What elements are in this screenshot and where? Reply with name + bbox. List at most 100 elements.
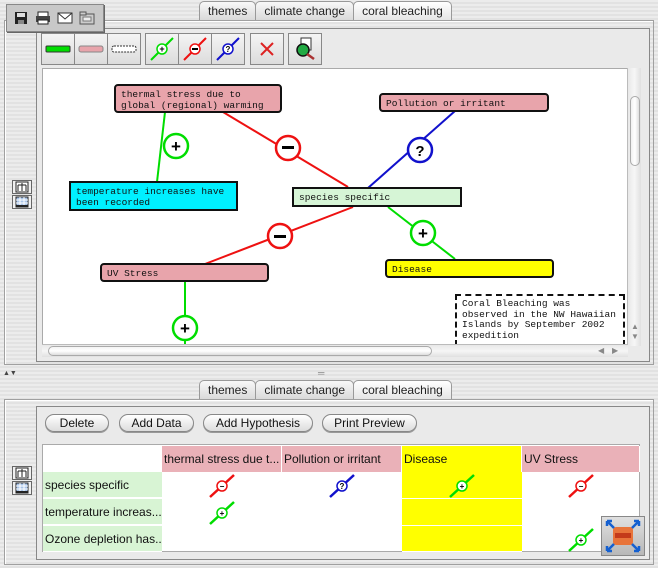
tab-themes[interactable]: themes <box>199 1 257 21</box>
expand-view-button[interactable] <box>601 516 645 556</box>
svg-text:?: ? <box>340 482 345 491</box>
scroll-up-arrow[interactable]: ▲ <box>631 322 639 331</box>
node-temperature-increases[interactable]: temperature increases have been recorded <box>69 181 238 211</box>
svg-text:+: + <box>579 536 584 545</box>
node-pollution[interactable]: Pollution or irritant <box>379 93 549 112</box>
node-text: UV Stress <box>107 268 159 279</box>
node-text: been recorded <box>76 197 151 208</box>
print-preview-button[interactable]: Print Preview <box>322 414 417 432</box>
data-node-tool[interactable] <box>41 33 75 65</box>
note-node-tool[interactable] <box>107 33 141 65</box>
vertical-scroll-thumb[interactable] <box>630 96 640 166</box>
tab-coral-bleaching[interactable]: coral bleaching <box>353 380 452 400</box>
link-cell-contradicts[interactable]: − <box>522 472 640 499</box>
hypothesis-node-tool[interactable] <box>74 33 108 65</box>
node-thermal-stress[interactable]: thermal stress due to global (regional) … <box>114 84 282 113</box>
link-tools: + ? <box>145 33 245 65</box>
svg-text:?: ? <box>226 45 231 54</box>
collapse-arrows-icon[interactable]: ▲▼ <box>3 370 17 377</box>
row-header[interactable]: species specific <box>43 472 162 498</box>
add-data-button[interactable]: Add Data <box>119 414 194 432</box>
graph-view-button[interactable] <box>12 466 32 480</box>
vertical-scrollbar[interactable]: ▲ ▼ <box>627 68 641 346</box>
tab-themes[interactable]: themes <box>199 380 257 400</box>
note-coral-bleaching[interactable]: Coral Bleaching was observed in the NW H… <box>455 294 625 345</box>
scroll-left-arrow[interactable]: ◀ <box>598 346 604 355</box>
print-icon[interactable] <box>35 10 51 26</box>
edit-tools <box>250 33 284 65</box>
column-header[interactable]: Pollution or irritant <box>282 446 402 472</box>
row-header[interactable]: Ozone depletion has... <box>43 526 162 552</box>
supports-link-icon: + <box>449 473 475 498</box>
bottom-tab-bar: themes climate change coral bleaching <box>199 380 452 400</box>
minus-link-icon <box>183 37 207 61</box>
graph-view-icon <box>15 181 29 193</box>
scroll-right-arrow[interactable]: ▶ <box>612 346 618 355</box>
contradicts-link-icon: − <box>209 473 235 498</box>
link-badge-supports[interactable]: + <box>409 219 437 247</box>
link-cell-supports[interactable]: + <box>162 499 282 526</box>
node-species-specific[interactable]: species specific <box>292 187 462 207</box>
horizontal-scrollbar[interactable]: ◀ ▶ <box>42 344 628 357</box>
svg-text:+: + <box>180 319 190 338</box>
node-uv-stress[interactable]: UV Stress <box>100 263 269 282</box>
inspect-tool[interactable] <box>288 33 322 65</box>
link-cell-supports[interactable]: + <box>402 472 522 499</box>
tab-climate-change[interactable]: climate change <box>255 380 355 400</box>
horizontal-scroll-thumb[interactable] <box>48 346 432 356</box>
folder-icon[interactable] <box>79 10 95 26</box>
table-cell[interactable] <box>402 499 522 526</box>
svg-text:+: + <box>159 44 164 54</box>
link-badge-contradicts[interactable] <box>266 222 294 250</box>
graph-view-icon <box>15 467 29 479</box>
note-text: Coral Bleaching was <box>462 298 571 309</box>
link-badge-supports[interactable]: + <box>171 314 199 342</box>
note-text: Islands by September 2002 <box>462 319 605 330</box>
node-disease[interactable]: Disease <box>385 259 554 278</box>
table-view-button[interactable] <box>12 481 32 495</box>
supports-link-tool[interactable]: + <box>145 33 179 65</box>
node-text: Pollution or irritant <box>386 98 506 109</box>
link-cell-contradicts[interactable]: − <box>162 472 282 499</box>
delete-button[interactable]: Delete <box>45 414 109 432</box>
link-badge-unknown[interactable]: ? <box>406 136 434 164</box>
svg-text:+: + <box>171 137 181 156</box>
supports-link-icon: + <box>209 500 235 525</box>
link-badge-supports[interactable]: + <box>162 132 190 160</box>
column-header[interactable]: thermal stress due t... <box>162 446 282 472</box>
delete-tool[interactable] <box>250 33 284 65</box>
add-hypothesis-button[interactable]: Add Hypothesis <box>203 414 313 432</box>
contradicts-link-icon: − <box>568 473 594 498</box>
node-text: temperature increases have <box>76 186 225 197</box>
save-icon[interactable] <box>13 10 29 26</box>
link-cell-unknown[interactable]: ? <box>282 472 402 499</box>
plus-link-icon: + <box>150 37 174 61</box>
link-badge-contradicts[interactable] <box>274 134 302 162</box>
inspect-tools <box>288 33 322 65</box>
pink-bar-icon <box>78 45 104 53</box>
email-icon[interactable] <box>57 10 73 26</box>
svg-text:?: ? <box>415 143 424 160</box>
table-view-icon <box>15 196 29 208</box>
pane-splitter[interactable]: ═ <box>318 368 324 378</box>
svg-text:+: + <box>220 509 225 518</box>
contradicts-link-tool[interactable] <box>178 33 212 65</box>
node-text: thermal stress due to <box>121 89 241 100</box>
tab-climate-change[interactable]: climate change <box>255 1 355 21</box>
tab-coral-bleaching[interactable]: coral bleaching <box>353 1 452 21</box>
unknown-link-tool[interactable]: ? <box>211 33 245 65</box>
node-text: species specific <box>299 192 391 203</box>
note-text: expedition <box>462 329 520 341</box>
graph-view-button[interactable] <box>12 180 32 194</box>
concept-map-canvas[interactable]: + ? + + thermal stress due to global (re… <box>42 68 628 346</box>
table-view-button[interactable] <box>12 195 32 209</box>
table-view-icon <box>15 482 29 494</box>
scroll-down-arrow[interactable]: ▼ <box>631 332 639 341</box>
node-text: Disease <box>392 264 432 275</box>
unknown-link-icon: ? <box>329 473 355 498</box>
column-header[interactable]: Disease <box>402 446 522 472</box>
file-toolbar <box>6 4 104 32</box>
row-header[interactable]: temperature increas... <box>43 499 162 525</box>
table-cell[interactable] <box>402 526 522 552</box>
column-header[interactable]: UV Stress <box>522 446 640 472</box>
